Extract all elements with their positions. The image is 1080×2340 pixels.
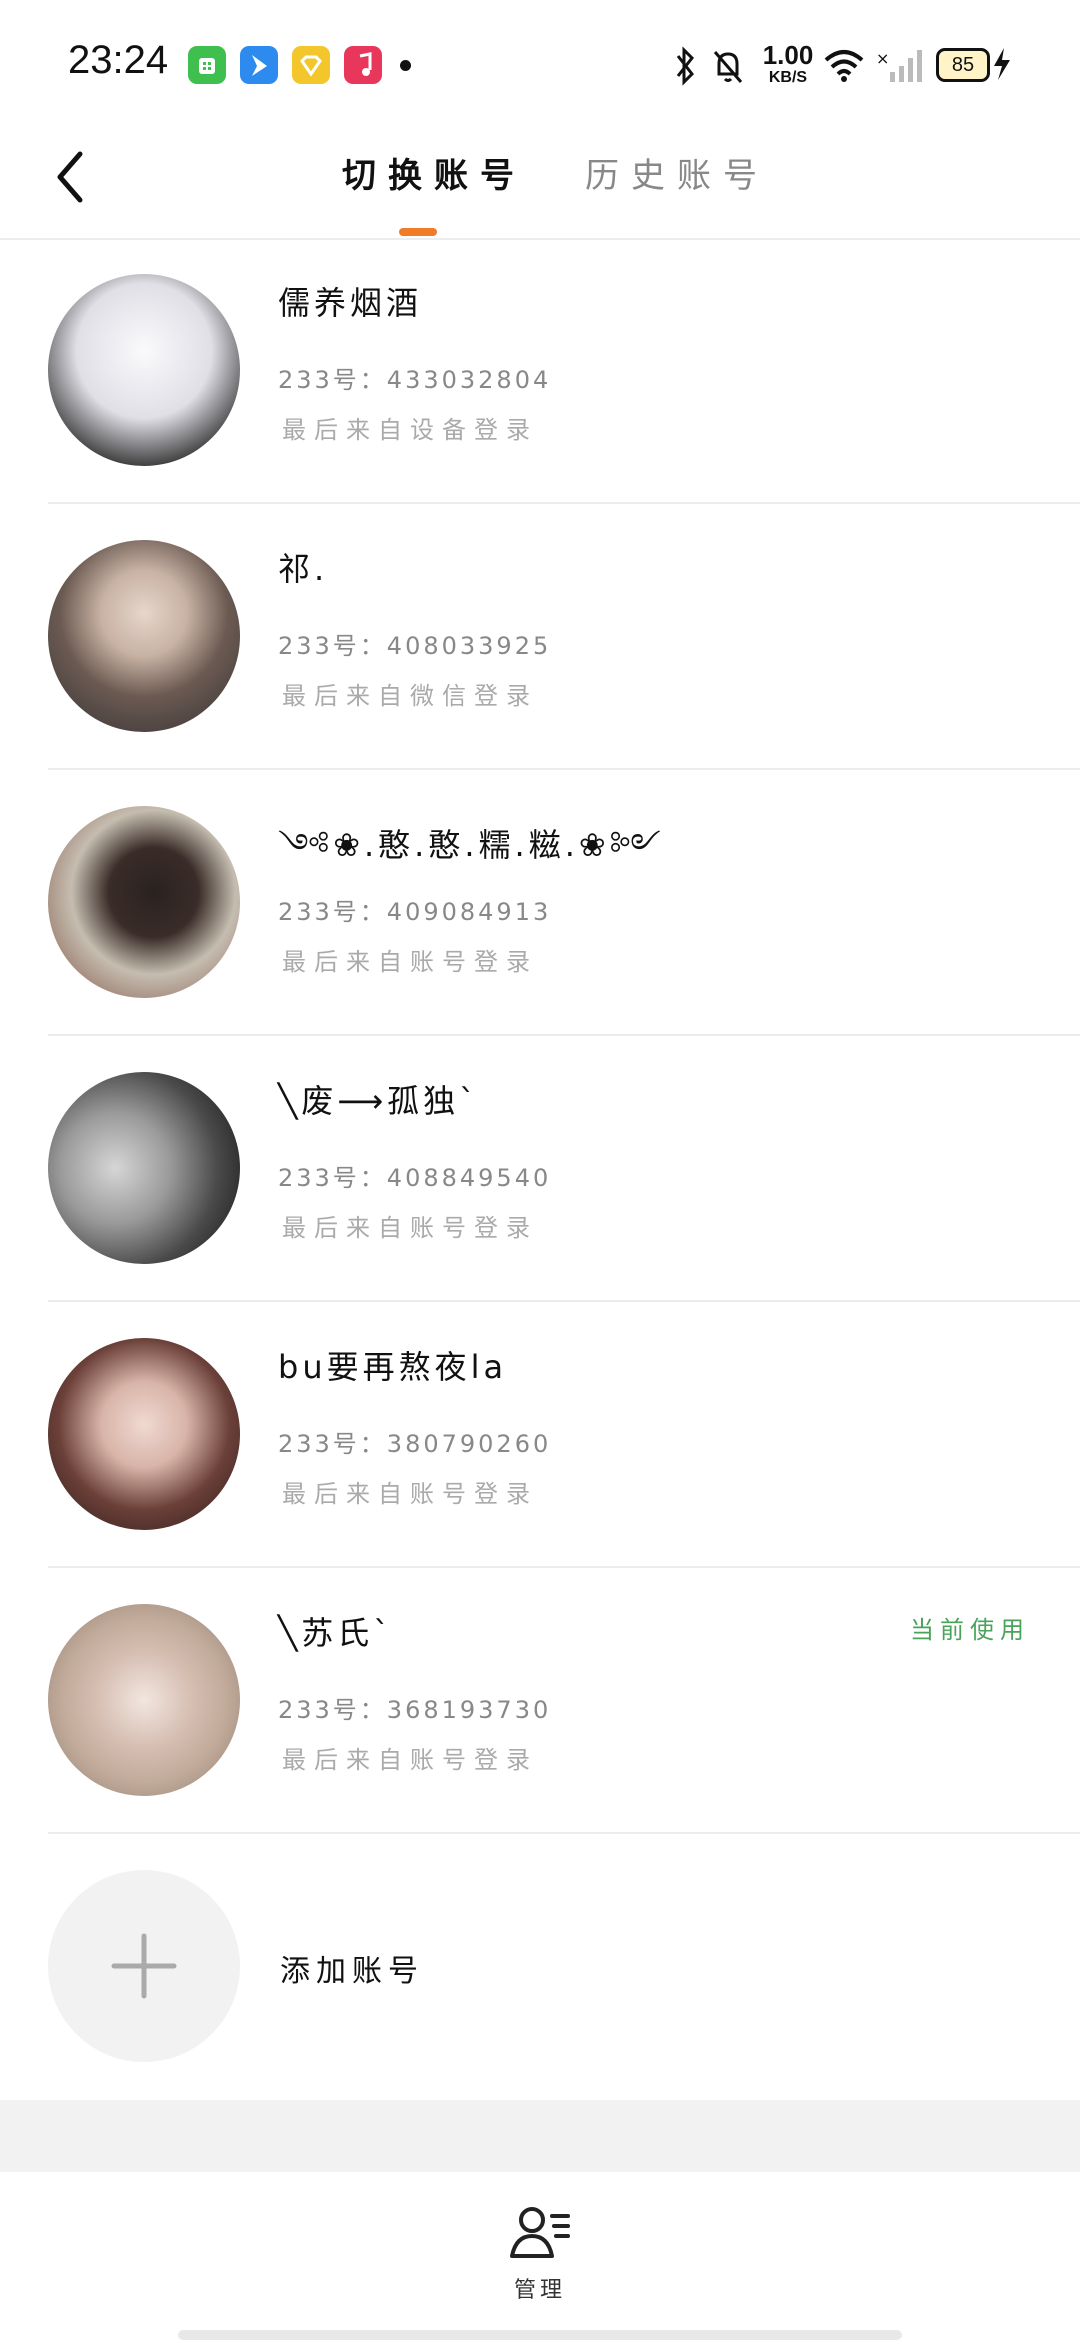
header: 切换账号 历史账号	[0, 120, 1080, 240]
tab-switch-account[interactable]: 切换账号	[342, 148, 526, 197]
account-row[interactable]: ༺❀.憨.憨.糯.糍.❀༻ 233号：409084913 最后来自账号登录	[0, 770, 1080, 1036]
account-id: 233号：433032804	[278, 366, 552, 394]
account-name: ༺❀.憨.憨.糯.糍.❀༻	[278, 826, 665, 864]
net-speed-unit: KB/S	[768, 69, 808, 86]
login-source: 最后来自账号登录	[282, 1214, 538, 1242]
silent-bell-icon	[713, 51, 743, 83]
network-speed: 1.00 KB/S	[758, 42, 818, 86]
avatar	[48, 1338, 240, 1530]
charging-icon	[994, 48, 1010, 80]
account-name: ╲废⟶孤独`	[278, 1082, 480, 1120]
gold-app-icon	[292, 46, 330, 84]
account-id: 233号：408849540	[278, 1164, 552, 1192]
wifi-icon	[824, 50, 864, 82]
login-source: 最后来自账号登录	[282, 948, 538, 976]
row-divider	[48, 1832, 1080, 1834]
login-source: 最后来自账号登录	[282, 1746, 538, 1774]
manage-button[interactable]: 管理	[500, 2202, 580, 2304]
manage-users-icon	[510, 2207, 570, 2258]
account-id: 233号：380790260	[278, 1430, 552, 1458]
account-id: 233号：368193730	[278, 1696, 552, 1724]
svg-text:×: ×	[876, 49, 889, 68]
avatar	[48, 540, 240, 732]
app-store-icon	[188, 46, 226, 84]
account-row[interactable]: bu要再熬夜la 233号：380790260 最后来自账号登录	[0, 1302, 1080, 1568]
cellular-signal-icon: ×	[876, 49, 922, 82]
feishu-icon	[240, 46, 278, 84]
add-account-row[interactable]: 添加账号	[0, 1836, 1080, 2100]
account-row[interactable]: ╲废⟶孤独` 233号：408849540 最后来自账号登录	[0, 1036, 1080, 1302]
home-indicator[interactable]	[178, 2330, 902, 2340]
account-name: bu要再熬夜la	[278, 1348, 508, 1386]
avatar	[48, 806, 240, 998]
login-source: 最后来自账号登录	[282, 1480, 538, 1508]
status-time: 23:24	[68, 38, 169, 82]
status-bar: 23:24 1.00 KB/S × 85	[0, 0, 1080, 120]
account-row[interactable]: ╲苏氏` 当前使用 233号：368193730 最后来自账号登录	[0, 1568, 1080, 1834]
net-speed-value: 1.00	[762, 40, 814, 70]
manage-label: 管理	[513, 2278, 566, 2303]
avatar	[48, 1604, 240, 1796]
account-row[interactable]: 祁. 233号：408033925 最后来自微信登录	[0, 504, 1080, 770]
bottom-bar: 管理	[0, 2172, 1080, 2340]
avatar	[48, 1072, 240, 1264]
account-name: ╲苏氏`	[278, 1614, 394, 1652]
login-source: 最后来自设备登录	[282, 416, 538, 444]
back-arrow-icon[interactable]	[50, 142, 100, 212]
notification-dot	[400, 60, 411, 71]
current-in-use-label: 当前使用	[910, 1616, 1030, 1644]
account-id: 233号：408033925	[278, 632, 552, 660]
avatar	[48, 274, 240, 466]
plus-icon	[111, 1933, 177, 1999]
battery-indicator: 85	[936, 48, 990, 82]
bluetooth-icon	[676, 46, 694, 86]
active-tab-indicator	[399, 228, 437, 236]
account-name: 祁.	[278, 550, 329, 588]
add-account-button[interactable]	[48, 1870, 240, 2062]
login-source: 最后来自微信登录	[282, 682, 538, 710]
account-row[interactable]: 儒养烟酒 233号：433032804 最后来自设备登录	[0, 238, 1080, 504]
account-name: 儒养烟酒	[278, 284, 423, 322]
section-separator	[0, 2100, 1080, 2172]
add-account-label: 添加账号	[280, 1954, 424, 1989]
music-icon	[344, 46, 382, 84]
account-id: 233号：409084913	[278, 898, 552, 926]
tab-history-account[interactable]: 历史账号	[585, 148, 769, 197]
